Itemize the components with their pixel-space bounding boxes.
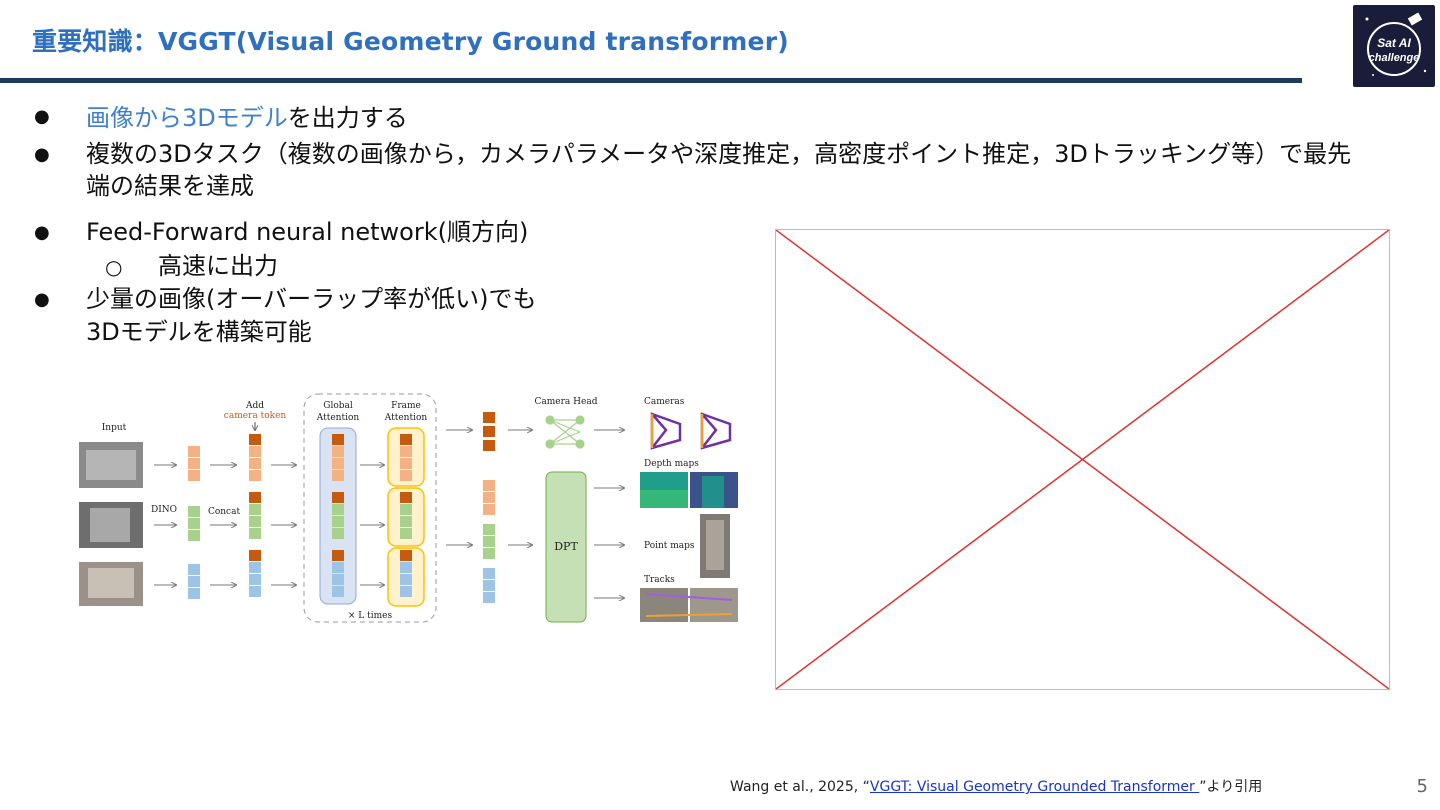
l-times-label: × L times bbox=[348, 611, 393, 621]
citation-prefix: Wang et al., 2025, “ bbox=[730, 779, 870, 795]
citation-suffix: ”より引用 bbox=[1199, 779, 1263, 795]
dino-tokens-green bbox=[188, 506, 200, 541]
bullet-3-sub: 高速に出力 bbox=[158, 252, 278, 280]
bullet-1: 画像から3Dモデルを出力する bbox=[86, 101, 408, 135]
concat-label: Concat bbox=[208, 507, 241, 517]
bullet-1-text: を出力する bbox=[287, 104, 408, 132]
frame-attention-label-2: Attention bbox=[384, 413, 428, 423]
dino-label: DINO bbox=[151, 505, 177, 515]
output-camera-tokens bbox=[483, 412, 495, 451]
camera-head-label: Camera Head bbox=[535, 397, 598, 407]
tracks-images bbox=[640, 588, 738, 622]
sub-bullet-circle: ○ bbox=[105, 255, 123, 279]
dino-tokens-orange bbox=[188, 446, 200, 481]
bullet-dot: ● bbox=[34, 106, 50, 127]
depth-map-images bbox=[640, 472, 738, 508]
slide-title: 重要知識：VGGT(Visual Geometry Ground transfo… bbox=[32, 27, 789, 56]
point-map-image bbox=[700, 514, 730, 578]
title-underline bbox=[0, 78, 1302, 83]
camera-frustum-icons bbox=[650, 412, 732, 450]
citation-link[interactable]: VGGT: Visual Geometry Grounded Transform… bbox=[870, 779, 1199, 795]
bullet-4-line-2: 3Dモデルを構築可能 bbox=[86, 318, 312, 346]
input-label: Input bbox=[102, 423, 127, 433]
depth-maps-label: Depth maps bbox=[644, 459, 699, 469]
camera-token-label: camera token bbox=[224, 411, 287, 421]
page-number: 5 bbox=[1416, 776, 1428, 797]
dino-tokens-blue bbox=[188, 564, 200, 599]
svg-text:Sat AI: Sat AI bbox=[1377, 36, 1411, 50]
citation: Wang et al., 2025, “VGGT: Visual Geometr… bbox=[730, 776, 1262, 796]
dpt-label: DPT bbox=[554, 540, 578, 553]
frame-attention-label-1: Frame bbox=[391, 401, 421, 411]
bullet-dot: ● bbox=[34, 144, 50, 165]
sat-ai-challenge-logo: Sat AI challenge bbox=[1353, 5, 1435, 87]
vggt-architecture-diagram: Input DINO Concat Add camera token Globa… bbox=[76, 390, 744, 630]
cameras-label: Cameras bbox=[644, 397, 685, 407]
input-images bbox=[79, 442, 143, 606]
bullet-dot: ● bbox=[34, 289, 50, 310]
global-attention-label-1: Global bbox=[323, 401, 353, 411]
bullet-2-line-1: 複数の3Dタスク（複数の画像から，カメラパラメータや深度推定，高密度ポイント推定… bbox=[86, 140, 1352, 168]
bullet-2-line-2: 端の結果を達成 bbox=[86, 172, 254, 200]
image-placeholder bbox=[775, 229, 1390, 690]
tracks-label: Tracks bbox=[644, 575, 675, 585]
bullet-4-line-1: 少量の画像(オーバーラップ率が低い)でも bbox=[86, 285, 537, 313]
global-attention-label-2: Attention bbox=[316, 413, 360, 423]
point-maps-label: Point maps bbox=[644, 541, 695, 551]
add-label: Add bbox=[245, 401, 264, 411]
camera-head-network bbox=[545, 415, 585, 449]
bullet-3: Feed-Forward neural network(順方向) bbox=[86, 218, 529, 246]
svg-text:challenge: challenge bbox=[1369, 52, 1420, 64]
output-image-tokens bbox=[483, 480, 495, 603]
bullet-1-highlight: 画像から3Dモデル bbox=[86, 104, 288, 132]
concat-tokens bbox=[249, 434, 261, 597]
bullet-dot: ● bbox=[34, 222, 50, 243]
